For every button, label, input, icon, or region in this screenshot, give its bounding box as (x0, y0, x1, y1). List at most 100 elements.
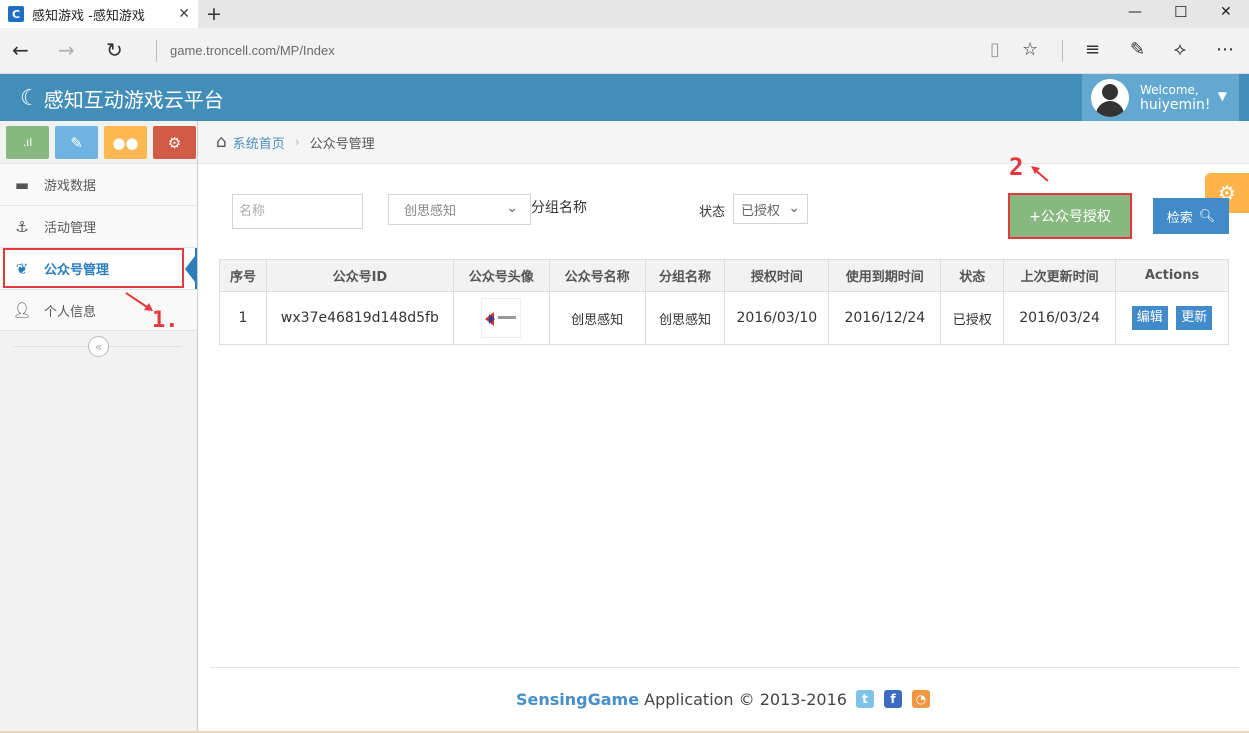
group-select[interactable]: 创思感知 ⌄ (388, 194, 531, 225)
user-icon: 👤︎ (12, 301, 32, 319)
account-id: wx37e46819d148d5fb (265, 291, 454, 345)
cogs-icon: ⚙ (167, 133, 182, 152)
more-icon[interactable]: ⋯ (1216, 39, 1234, 61)
close-tab-icon[interactable]: ✕ (178, 6, 190, 22)
footer-divider (210, 667, 1239, 668)
account-status: 已授权 (940, 291, 1005, 345)
collapse-sidebar-icon[interactable]: « (88, 336, 109, 357)
refresh-icon[interactable]: ↻ (106, 38, 123, 62)
status-select[interactable]: 已授权 ⌄ (733, 194, 808, 224)
chevron-down-icon: ⌄ (788, 200, 800, 216)
hub-icon[interactable]: ≡ (1085, 39, 1100, 61)
account-group: 创思感知 (644, 291, 726, 345)
user-greeting: Welcome, huiyemin! (1140, 83, 1211, 112)
welcome-text: Welcome, (1140, 83, 1199, 97)
facebook-icon[interactable]: f (884, 690, 902, 708)
twitter-icon[interactable]: t (856, 690, 874, 708)
table-row: 1 wx37e46819d148d5fb 创思感知 创思感知 2016/03/1… (219, 291, 1229, 345)
annotation-box-2 (1008, 193, 1132, 239)
annotation-arrow-2 (1031, 166, 1049, 182)
brand[interactable]: ☾ 感知互动游戏云平台 (20, 84, 224, 113)
account-avatar-image (481, 298, 522, 338)
site-favicon-icon: C (8, 6, 24, 22)
tab-title: 感知游戏 -感知游戏 (32, 8, 145, 24)
toolbar-separator (1062, 40, 1063, 62)
accounts-table: 序号 公众号ID 公众号头像 公众号名称 分组名称 授权时间 使用到期时间 状态… (219, 259, 1229, 345)
shortcut-settings-button[interactable]: ⚙ (153, 126, 196, 159)
row-index: 1 (219, 291, 267, 345)
status-label: 状态 (699, 205, 726, 220)
sidebar: .ıl ✎ ●● ⚙ ▬ 游戏数据 ⚓ 活动管理 ❦ 公众号管理 👤︎ 个人信息… (0, 121, 198, 733)
url-field[interactable]: game.troncell.com/MP/Index (170, 43, 335, 58)
anchor-icon: ⚓ (15, 217, 29, 236)
sidebar-item-activity[interactable]: ⚓ 活动管理 (0, 205, 197, 247)
minimize-button[interactable]: — (1128, 4, 1142, 20)
edit-button[interactable]: 编辑 (1131, 306, 1168, 330)
pencil-icon: ✎ (70, 133, 83, 152)
column-header: Actions (1115, 259, 1229, 292)
app-header: ☾ 感知互动游戏云平台 Welcome, huiyemin! ▼ (0, 74, 1249, 121)
group-icon: ●● (112, 133, 139, 152)
search-button[interactable]: 检索 🔍︎ (1153, 198, 1229, 234)
shortcut-users-button[interactable]: ●● (104, 126, 147, 159)
new-tab-button[interactable]: + (206, 3, 222, 25)
chevron-right-icon: › (294, 135, 300, 149)
footer-copyright: SensingGame Application © 2013-2016 (516, 690, 847, 709)
maximize-button[interactable]: ☐ (1174, 3, 1187, 21)
active-indicator (195, 248, 197, 290)
column-header: 公众号名称 (548, 259, 646, 292)
forward-arrow-icon[interactable]: → (58, 38, 75, 62)
sidebar-shortcuts: .ıl ✎ ●● ⚙ (6, 126, 196, 159)
brand-logo-icon: ☾ (20, 86, 40, 111)
web-note-icon[interactable]: ✎ (1130, 39, 1145, 61)
column-header: 公众号ID (265, 259, 454, 292)
column-header: 序号 (219, 259, 267, 292)
annotation-label-2: 2 (1009, 153, 1024, 181)
table-header-row: 序号 公众号ID 公众号头像 公众号名称 分组名称 授权时间 使用到期时间 状态… (219, 259, 1229, 292)
user-menu[interactable]: Welcome, huiyemin! ▼ (1082, 74, 1239, 121)
account-name: 创思感知 (548, 291, 646, 345)
breadcrumb: ⌂ 系统首页 › 公众号管理 (198, 121, 1249, 164)
brand-title: 感知互动游戏云平台 (43, 88, 224, 112)
reading-view-icon[interactable]: ▯ (990, 39, 1000, 61)
refresh-button[interactable]: 更新 (1176, 306, 1213, 330)
close-window-button[interactable]: ✕ (1220, 4, 1232, 20)
column-header: 使用到期时间 (828, 259, 942, 292)
search-icon: 🔍︎ (1198, 208, 1216, 224)
url-separator (156, 40, 157, 62)
sidebar-item-game-data[interactable]: ▬ 游戏数据 (0, 163, 197, 205)
chevron-down-icon: ⌄ (506, 200, 518, 216)
shortcut-stats-button[interactable]: .ıl (6, 126, 49, 159)
username: huiyemin! (1140, 97, 1211, 113)
back-arrow-icon[interactable]: ← (12, 38, 29, 62)
column-header: 公众号头像 (452, 259, 550, 292)
caret-down-icon[interactable]: ▼ (1218, 89, 1227, 103)
sidebar-item-label: 活动管理 (44, 221, 97, 236)
avatar (1091, 78, 1129, 117)
search-button-label: 检索 (1166, 210, 1193, 226)
shortcut-edit-button[interactable]: ✎ (55, 126, 98, 159)
group-name-label: 分组名称 (531, 200, 587, 216)
breadcrumb-home-link[interactable]: 系统首页 (233, 133, 285, 152)
rss-icon[interactable]: ◔ (912, 690, 930, 708)
share-icon[interactable]: ⟡ (1174, 39, 1186, 61)
group-select-value: 创思感知 (404, 204, 457, 219)
breadcrumb-current: 公众号管理 (309, 136, 375, 152)
browser-tab[interactable]: C 感知游戏 -感知游戏 ✕ (0, 0, 198, 28)
favorite-star-icon[interactable]: ☆ (1022, 39, 1038, 61)
column-header: 状态 (940, 259, 1005, 292)
account-avatar-cell (452, 291, 550, 345)
updated-time: 2016/03/24 (1003, 291, 1117, 345)
active-arrow (185, 256, 195, 282)
column-header: 分组名称 (644, 259, 726, 292)
footer-brand: SensingGame (516, 690, 640, 709)
address-bar: ← → ↻ game.troncell.com/MP/Index ▯ ☆ ≡ ✎… (0, 28, 1249, 74)
expire-time: 2016/12/24 (828, 291, 942, 345)
home-icon: ⌂ (216, 132, 227, 152)
annotation-label-1: 1. (152, 308, 179, 333)
actions-cell: 编辑 更新 (1115, 291, 1229, 345)
signal-bars-icon: .ıl (22, 136, 33, 149)
status-select-value: 已授权 (741, 203, 781, 219)
name-search-input[interactable] (232, 194, 363, 229)
sidebar-item-label: 个人信息 (44, 304, 97, 320)
